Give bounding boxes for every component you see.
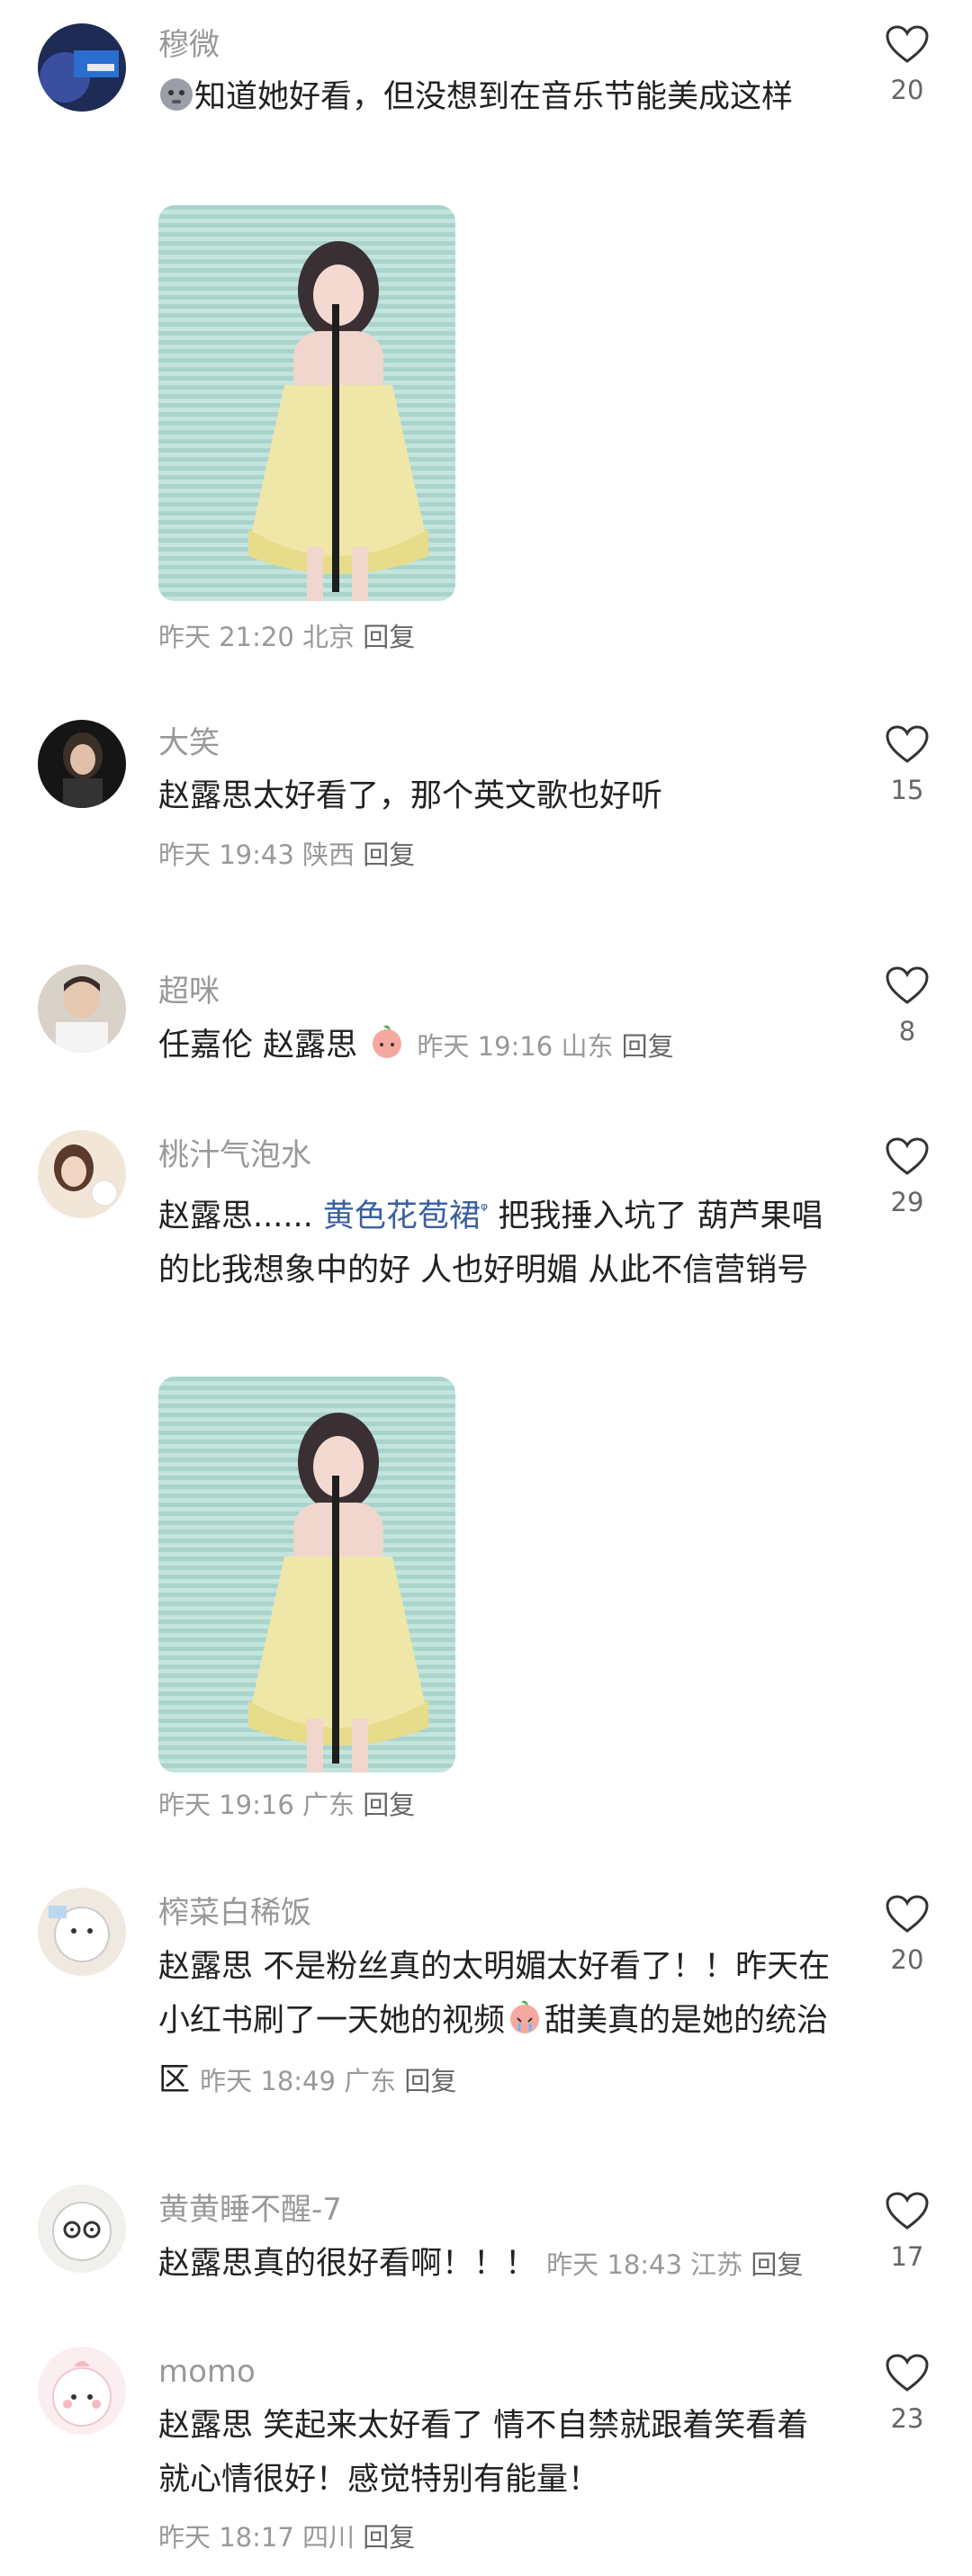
like-button[interactable]: 15 xyxy=(871,725,943,808)
like-button[interactable]: 20 xyxy=(871,25,943,108)
comment-time: 昨天 18:49 xyxy=(200,2066,336,2096)
heart-outline-icon xyxy=(886,1895,929,1933)
comment-meta: 昨天 18:43 江苏 回复 xyxy=(546,2249,803,2280)
peach-emoji-icon xyxy=(367,1021,407,1078)
comment-text-body: 赵露思真的很好看啊！！！ xyxy=(158,2246,537,2282)
heart-outline-icon xyxy=(886,1137,929,1175)
like-count: 23 xyxy=(890,2403,924,2434)
avatar[interactable] xyxy=(38,23,126,112)
comment-text-body: 任嘉伦 赵露思 xyxy=(158,1028,358,1064)
comment-text: 赵露思真的很好看啊！！！ 昨天 18:43 江苏 回复 xyxy=(158,2237,833,2292)
comment-time: 昨天 18:17 xyxy=(158,2522,294,2553)
comment-time: 昨天 19:16 xyxy=(158,1790,294,1820)
reply-button[interactable]: 回复 xyxy=(622,1031,674,1062)
ghost-emoji-icon xyxy=(158,76,194,130)
like-button[interactable]: 29 xyxy=(871,1137,943,1220)
comment-meta: 昨天 18:17 四川 回复 xyxy=(158,2519,415,2555)
topic-link[interactable]: 黄色花苞裙 xyxy=(323,1198,481,1234)
username[interactable]: 桃汁气泡水 xyxy=(158,1137,311,1173)
comment-meta: 昨天 18:49 广东 回复 xyxy=(200,2066,456,2096)
comment-location: 广东 xyxy=(302,1790,356,1820)
like-button[interactable]: 20 xyxy=(871,1895,943,1978)
comment-location: 四川 xyxy=(302,2522,356,2553)
comment-text: 赵露思 笑起来太好看了 情不自禁就跟着笑看着就心情很好！感觉特别有能量！ xyxy=(158,2408,809,2498)
comment-photo[interactable] xyxy=(158,1377,455,1773)
like-count: 15 xyxy=(890,775,924,805)
reply-button[interactable]: 回复 xyxy=(363,2522,415,2553)
avatar[interactable] xyxy=(38,965,126,1053)
username[interactable]: 大笑 xyxy=(158,725,220,761)
like-count: 20 xyxy=(890,1944,924,1975)
comment-location: 广东 xyxy=(344,2066,397,2096)
comment-text: 赵露思...... 黄色花苞裙ᵠ 把我捶入坑了 葫芦果唱的比我想象中的好 人也好… xyxy=(158,1182,833,1297)
reply-button[interactable]: 回复 xyxy=(363,622,415,652)
avatar[interactable] xyxy=(38,1888,126,1976)
avatar[interactable] xyxy=(38,2347,126,2435)
heart-outline-icon xyxy=(886,2354,929,2392)
reply-button[interactable]: 回复 xyxy=(363,839,415,870)
comment-time: 昨天 19:43 xyxy=(158,839,294,870)
like-button[interactable]: 8 xyxy=(871,966,943,1049)
comment-meta: 昨天 19:16 广东 回复 xyxy=(158,1787,415,1823)
comment-location: 山东 xyxy=(561,1031,614,1062)
reply-button[interactable]: 回复 xyxy=(751,2249,803,2280)
reply-button[interactable]: 回复 xyxy=(363,1790,415,1820)
like-count: 29 xyxy=(890,1187,924,1217)
reply-button[interactable]: 回复 xyxy=(404,2066,456,2096)
comment-time: 昨天 21:20 xyxy=(158,622,294,652)
search-icon: ᵠ xyxy=(480,1198,489,1220)
comment-text: 赵露思 不是粉丝真的太明媚太好看了！！昨天在小红书刷了一天她的视频 甜美真的是她的… xyxy=(158,1940,833,2108)
username[interactable]: 穆微 xyxy=(158,27,220,63)
comment-time: 昨天 18:43 xyxy=(546,2249,682,2280)
comment-location: 陕西 xyxy=(302,839,356,870)
comment-time: 昨天 19:16 xyxy=(417,1031,554,1062)
avatar[interactable] xyxy=(38,720,126,808)
like-count: 20 xyxy=(890,75,924,105)
username[interactable]: momo xyxy=(158,2354,256,2390)
like-count: 17 xyxy=(890,2241,924,2272)
comment-location: 江苏 xyxy=(690,2249,743,2280)
comment-photo[interactable] xyxy=(158,205,455,601)
avatar[interactable] xyxy=(38,2185,126,2273)
comment-meta: 昨天 21:20 北京 回复 xyxy=(158,619,415,655)
username[interactable]: 榨菜白稀饭 xyxy=(158,1895,311,1931)
crying-peach-emoji-icon xyxy=(505,1997,544,2053)
comment-meta: 昨天 19:43 陕西 回复 xyxy=(158,837,415,873)
avatar[interactable] xyxy=(38,1130,126,1218)
heart-outline-icon xyxy=(886,966,929,1004)
comment-location: 北京 xyxy=(302,622,356,652)
heart-outline-icon xyxy=(886,25,929,63)
like-count: 8 xyxy=(898,1016,916,1046)
comment-meta: 昨天 19:16 山东 回复 xyxy=(417,1031,673,1062)
comment-text: 赵露思太好看了，那个英文歌也好听 xyxy=(158,778,663,814)
comment-text-body: 知道她好看，但没想到在音乐节能美成这样 xyxy=(194,79,794,115)
comment-text: 知道她好看，但没想到在音乐节能美成这样 xyxy=(158,70,833,130)
username[interactable]: 超咪 xyxy=(158,974,220,1010)
comment-text: 任嘉伦 赵露思 昨天 19:16 山东 回复 xyxy=(158,1019,833,1078)
comment-text-body: 赵露思...... xyxy=(158,1198,323,1234)
like-button[interactable]: 17 xyxy=(871,2192,943,2275)
like-button[interactable]: 23 xyxy=(871,2354,943,2437)
heart-outline-icon xyxy=(886,725,929,763)
heart-outline-icon xyxy=(886,2192,929,2230)
username[interactable]: 黄黄睡不醒-7 xyxy=(158,2192,342,2228)
